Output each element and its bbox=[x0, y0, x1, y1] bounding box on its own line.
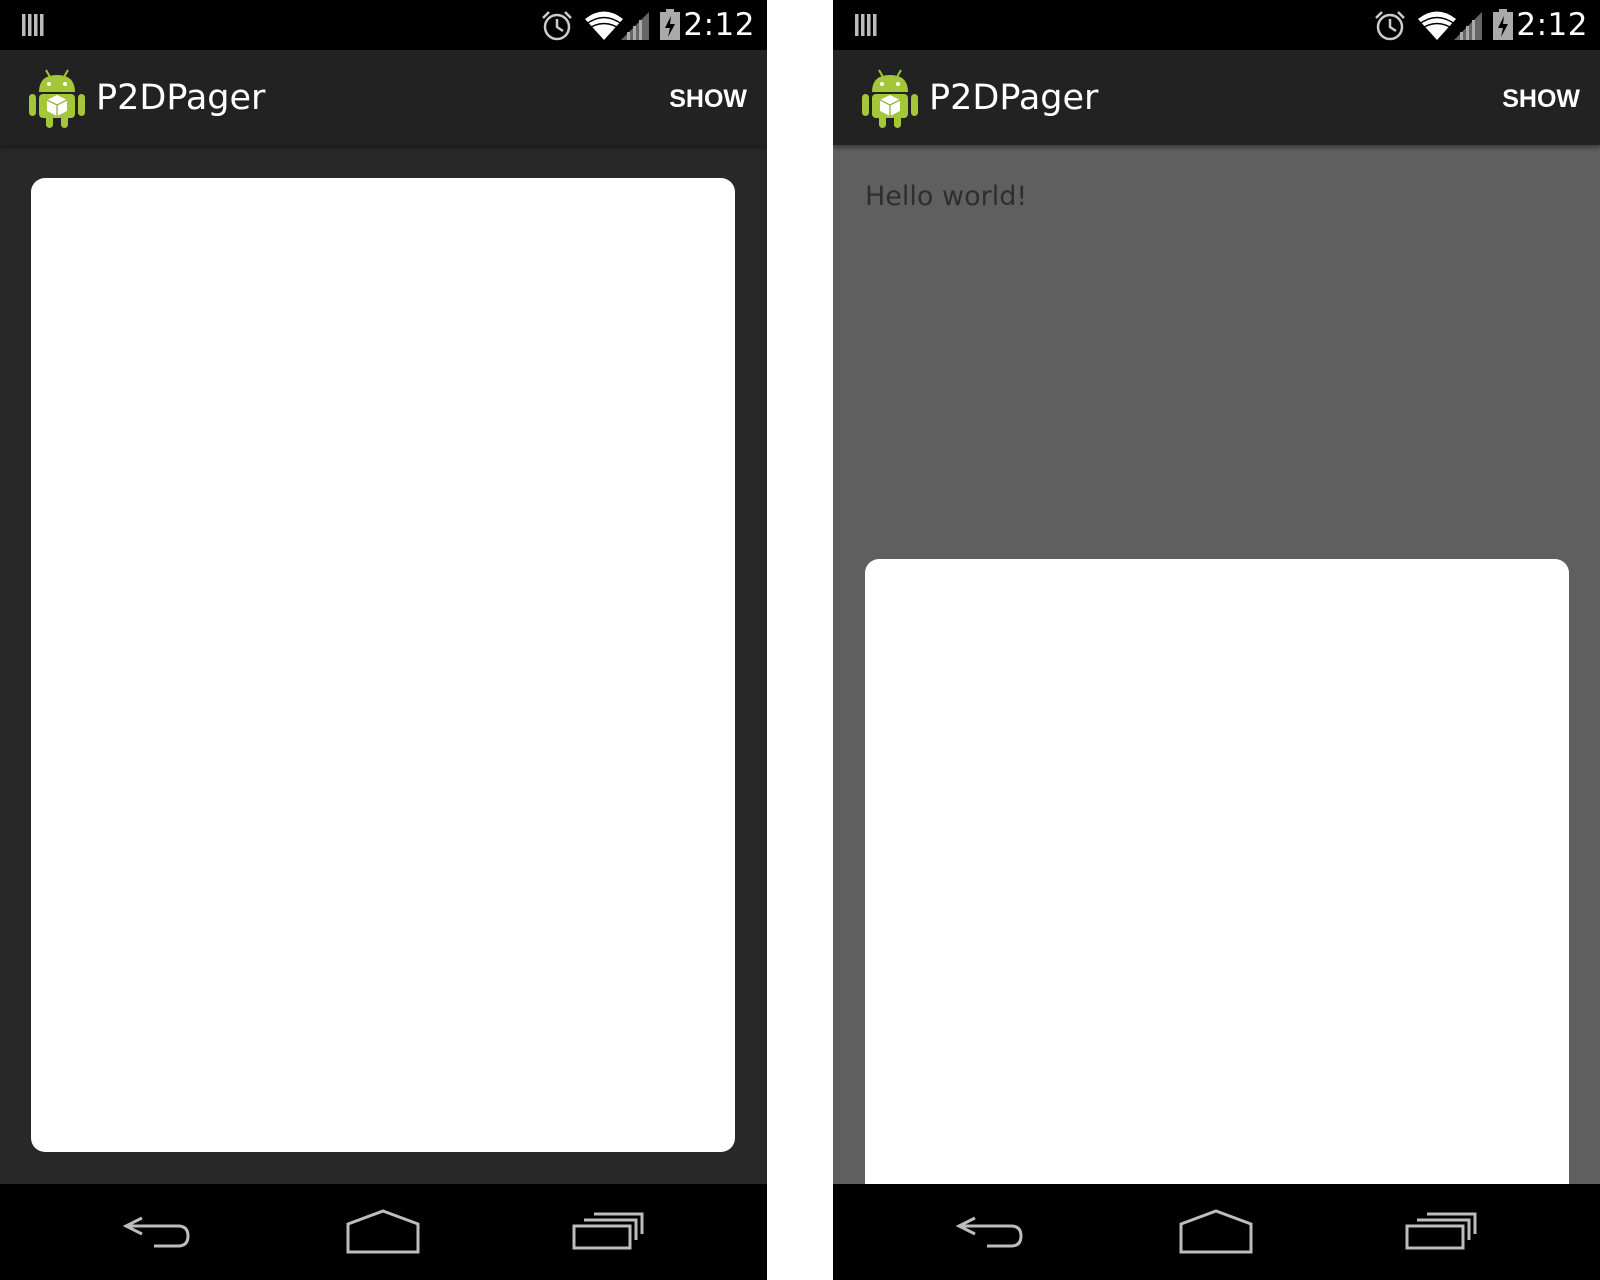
alarm-icon bbox=[1375, 11, 1405, 41]
back-icon bbox=[122, 1216, 190, 1248]
home-icon bbox=[346, 1209, 420, 1254]
back-button[interactable] bbox=[114, 1200, 204, 1260]
storage-icon bbox=[22, 14, 44, 36]
alarm-icon bbox=[542, 11, 572, 41]
recents-icon bbox=[1405, 1212, 1477, 1250]
action-bar: P2DPager SHOW bbox=[833, 50, 1600, 145]
status-clock: 2:12 bbox=[683, 7, 755, 43]
status-bar: 2:12 bbox=[0, 0, 767, 50]
navigation-bar bbox=[0, 1184, 767, 1280]
show-button[interactable]: SHOW bbox=[667, 78, 749, 120]
page-card[interactable] bbox=[865, 559, 1569, 1184]
app-title: P2DPager bbox=[96, 78, 266, 118]
phone-screen-right: 2:12 P2DPager SHOW Hello world! bbox=[833, 0, 1600, 1280]
back-icon bbox=[955, 1216, 1023, 1248]
hello-text: Hello world! bbox=[865, 181, 1028, 212]
home-button[interactable] bbox=[338, 1200, 428, 1260]
signal-icon bbox=[621, 12, 649, 40]
app-title: P2DPager bbox=[929, 78, 1099, 118]
page-card[interactable] bbox=[31, 178, 735, 1152]
back-button[interactable] bbox=[947, 1200, 1037, 1260]
home-icon bbox=[1179, 1209, 1253, 1254]
wifi-icon bbox=[584, 11, 624, 40]
recents-button[interactable] bbox=[564, 1200, 654, 1260]
battery-charging-icon bbox=[1493, 9, 1513, 40]
show-button[interactable]: SHOW bbox=[1500, 78, 1582, 120]
status-clock: 2:12 bbox=[1516, 7, 1588, 43]
status-bar: 2:12 bbox=[833, 0, 1600, 50]
storage-icon bbox=[855, 14, 877, 36]
wifi-icon bbox=[1417, 11, 1457, 40]
home-button[interactable] bbox=[1171, 1200, 1261, 1260]
android-robot-icon[interactable] bbox=[27, 64, 87, 130]
signal-icon bbox=[1454, 12, 1482, 40]
content-area bbox=[0, 145, 767, 1184]
recents-icon bbox=[572, 1212, 644, 1250]
android-robot-icon[interactable] bbox=[860, 64, 920, 130]
battery-charging-icon bbox=[660, 9, 680, 40]
recents-button[interactable] bbox=[1397, 1200, 1487, 1260]
action-bar: P2DPager SHOW bbox=[0, 50, 767, 145]
content-area: Hello world! bbox=[833, 145, 1600, 1184]
phone-screen-left: 2:12 P2DPager SHOW bbox=[0, 0, 767, 1280]
navigation-bar bbox=[833, 1184, 1600, 1280]
